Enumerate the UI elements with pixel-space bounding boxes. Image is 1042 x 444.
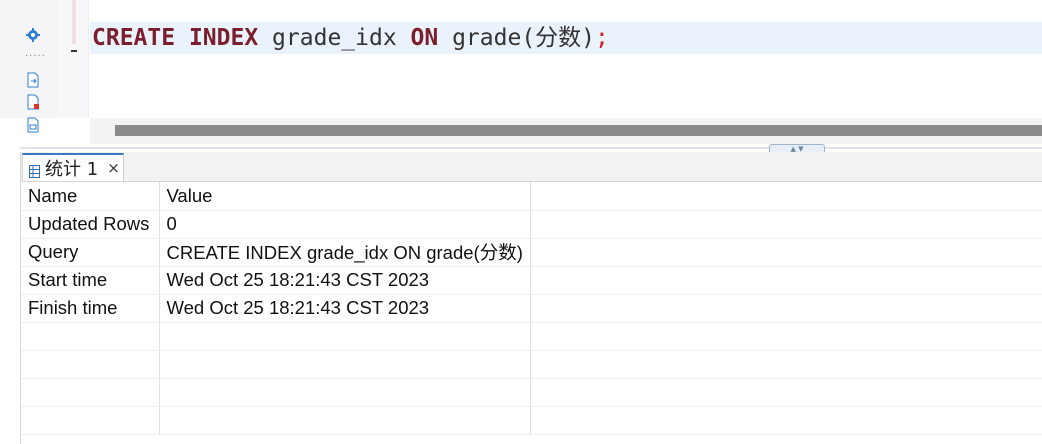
- file-data-icon[interactable]: [25, 117, 41, 133]
- table-row[interactable]: Start time Wed Oct 25 18:21:43 CST 2023: [21, 266, 1042, 295]
- empty-cell: [530, 238, 1042, 267]
- export-file-icon[interactable]: [25, 72, 41, 88]
- scrollbar-thumb[interactable]: [115, 125, 1042, 136]
- empty-cell: [159, 322, 532, 351]
- empty-table-row: [21, 350, 1042, 379]
- empty-cell: [21, 378, 161, 407]
- tab-statistics[interactable]: 统计 1 ×: [22, 153, 124, 181]
- grid-icon: [29, 162, 40, 178]
- results-panel: 统计 1 × Name Value Updated Rows 0 Query CREA…: [20, 152, 1042, 444]
- empty-cell: [21, 322, 161, 351]
- empty-cell: [21, 350, 161, 379]
- statistics-table: Name Value Updated Rows 0 Query CREATE INDE…: [21, 182, 1042, 435]
- empty-cell: [530, 210, 1042, 239]
- empty-cell: [159, 350, 532, 379]
- keyword-index: INDEX: [188, 25, 259, 51]
- row-value-cell[interactable]: 0: [159, 210, 532, 239]
- row-name-cell[interactable]: Start time: [21, 266, 161, 295]
- column-header-value[interactable]: Value: [159, 182, 532, 211]
- empty-cell: [159, 378, 532, 407]
- tab-label: 统计 1: [45, 159, 99, 180]
- empty-cell: [530, 378, 1042, 407]
- row-value-cell[interactable]: CREATE INDEX grade_idx ON grade(分数): [159, 238, 532, 267]
- row-name-cell[interactable]: Query: [21, 238, 161, 267]
- file-error-icon[interactable]: [25, 94, 41, 110]
- table-row[interactable]: Finish time Wed Oct 25 18:21:43 CST 2023: [21, 294, 1042, 323]
- empty-cell: [530, 294, 1042, 323]
- settings-gear-icon[interactable]: [25, 27, 41, 43]
- editor-horizontal-scrollbar[interactable]: [90, 118, 1042, 144]
- row-value-cell[interactable]: Wed Oct 25 18:21:43 CST 2023: [159, 294, 532, 323]
- semicolon: ;: [595, 25, 609, 51]
- panel-splitter[interactable]: [20, 147, 1042, 149]
- sql-code-line[interactable]: CREATE INDEX grade_idx ON grade(分数);: [92, 21, 609, 55]
- empty-cell: [530, 266, 1042, 295]
- empty-cell: [21, 406, 161, 435]
- empty-cell: [159, 406, 532, 435]
- index-name: grade_idx: [258, 25, 411, 51]
- row-value-cell[interactable]: Wed Oct 25 18:21:43 CST 2023: [159, 266, 532, 295]
- table-header-row: Name Value: [21, 182, 1042, 211]
- row-name-cell[interactable]: Updated Rows: [21, 210, 161, 239]
- table-column-ref: grade(分数): [438, 25, 596, 51]
- cursor-marker: [71, 50, 77, 52]
- empty-cell: [530, 182, 1042, 211]
- empty-table-row: [21, 322, 1042, 351]
- empty-cell: [530, 350, 1042, 379]
- close-icon[interactable]: ×: [107, 159, 120, 177]
- table-row[interactable]: Query CREATE INDEX grade_idx ON grade(分数): [21, 238, 1042, 267]
- row-name-cell[interactable]: Finish time: [21, 294, 161, 323]
- empty-table-row: [21, 406, 1042, 435]
- sql-editor[interactable]: CREATE INDEX grade_idx ON grade(分数);: [90, 0, 1042, 118]
- editor-side-toolbar: ·····: [0, 0, 58, 133]
- fold-marker: [72, 0, 76, 44]
- toolbar-separator: ·····: [25, 51, 46, 62]
- empty-cell: [530, 406, 1042, 435]
- keyword-on: ON: [410, 25, 439, 51]
- empty-cell: [530, 322, 1042, 351]
- table-row[interactable]: Updated Rows 0: [21, 210, 1042, 239]
- results-tab-bar: 统计 1 ×: [21, 152, 1042, 182]
- column-header-name[interactable]: Name: [21, 182, 161, 211]
- keyword-create: CREATE: [92, 25, 176, 51]
- empty-table-row: [21, 378, 1042, 407]
